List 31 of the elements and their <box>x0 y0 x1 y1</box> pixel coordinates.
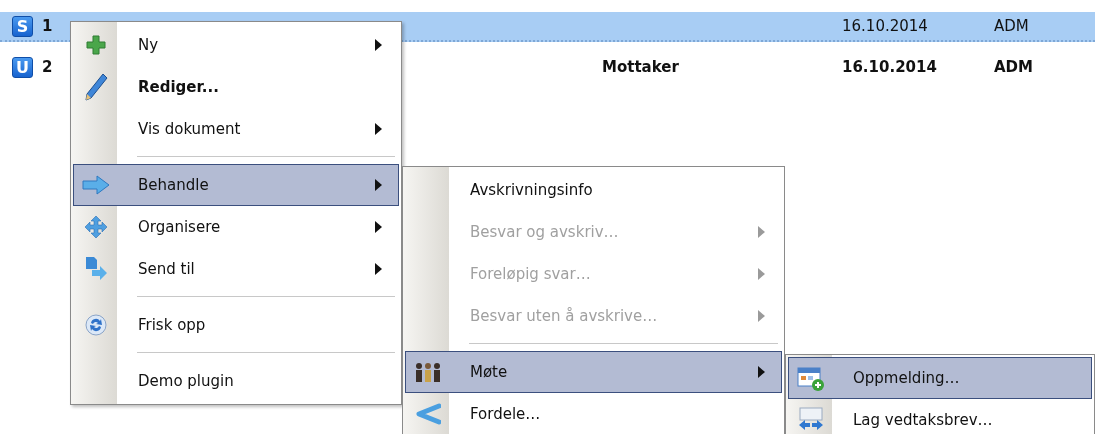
share-icon <box>415 403 441 425</box>
date-text: 16.10.2014 <box>842 17 929 35</box>
menu-item[interactable]: Send til <box>73 248 399 290</box>
move-arrows-icon <box>84 215 108 239</box>
status-badge: U <box>12 56 33 78</box>
pencil-icon <box>84 72 108 102</box>
arrow-icon <box>81 174 111 196</box>
refresh-icon <box>84 313 108 337</box>
menu-item[interactable]: Oppmelding… <box>788 357 1092 399</box>
send-document-icon <box>84 256 108 282</box>
calendar-add-icon <box>797 365 825 391</box>
date-text: 16.10.2014 <box>842 58 938 76</box>
people-icon <box>414 361 442 383</box>
menu-item[interactable]: Rediger... <box>73 66 399 108</box>
menu-item[interactable]: Møte <box>405 351 782 393</box>
row-number: 2 <box>42 58 54 76</box>
user-text: ADM <box>994 58 1033 76</box>
menu-item[interactable]: Lag vedtaksbrev… <box>788 399 1092 434</box>
letter-arrows-icon <box>797 407 825 433</box>
menu-item[interactable]: Avskrivningsinfo <box>405 169 782 211</box>
recipient-text: Mottaker <box>602 58 680 76</box>
row-number: 1 <box>42 17 54 35</box>
plus-icon <box>85 34 107 56</box>
menu-item[interactable]: Vis dokument <box>73 108 399 150</box>
status-badge: S <box>12 15 33 37</box>
menu-item[interactable]: Frisk opp <box>73 304 399 346</box>
menu-item[interactable]: Fordele… <box>405 393 782 434</box>
user-text: ADM <box>994 17 1029 35</box>
menu-item[interactable]: Behandle <box>73 164 399 206</box>
menu-item[interactable]: Demo plugin <box>73 360 399 402</box>
menu-item[interactable]: Organisere <box>73 206 399 248</box>
